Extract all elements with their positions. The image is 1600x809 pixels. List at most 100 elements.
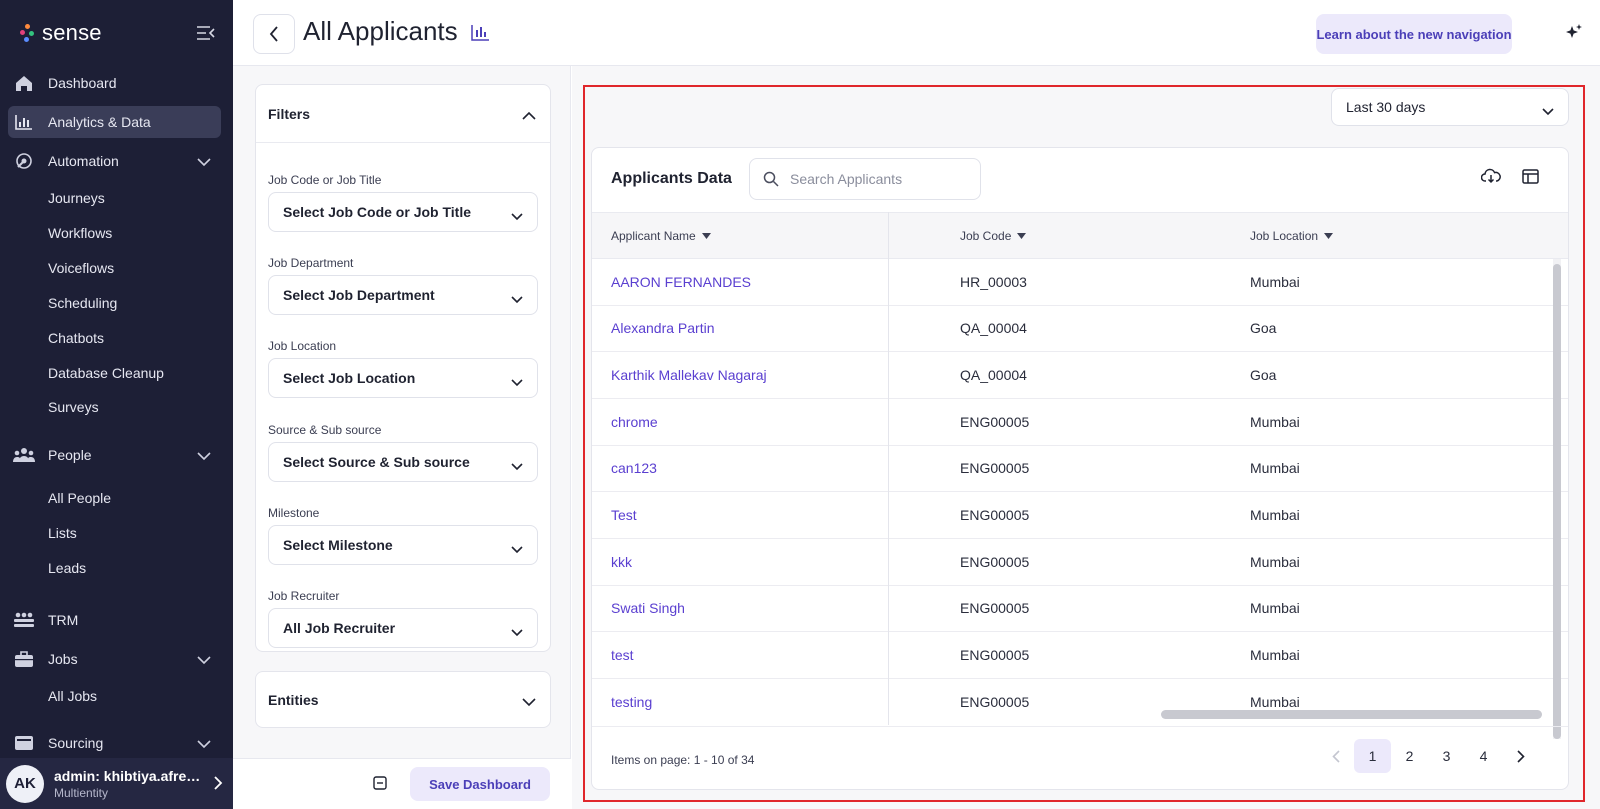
job-code-cell: ENG00005 (960, 507, 1030, 523)
job-code-select[interactable]: Select Job Code or Job Title (268, 192, 538, 232)
applicant-name-link[interactable]: test (611, 647, 634, 663)
prev-page-button[interactable] (1317, 739, 1354, 773)
sidebar-item-trm[interactable]: TRM (8, 604, 221, 636)
table-row[interactable]: test ENG00005 Mumbai (592, 632, 1568, 679)
cloud-download-icon[interactable] (1480, 168, 1501, 189)
table-row[interactable]: Karthik Mallekav Nagaraj QA_00004 Goa (592, 352, 1568, 399)
sidebar-subitem-scheduling[interactable]: Scheduling (48, 293, 117, 313)
applicant-name-link[interactable]: kkk (611, 554, 632, 570)
horizontal-scrollbar[interactable] (1161, 710, 1542, 719)
page-title: All Applicants (303, 16, 458, 46)
sidebar-subitem-voiceflows[interactable]: Voiceflows (48, 258, 114, 278)
job-location-cell: Goa (1250, 367, 1277, 383)
learn-new-navigation-button[interactable]: Learn about the new navigation (1316, 14, 1512, 54)
chevron-up-icon[interactable] (522, 107, 536, 123)
table-row[interactable]: AARON FERNANDES HR_00003 Mumbai (592, 259, 1568, 306)
sidebar-item-label: Jobs (48, 651, 78, 667)
filters-header[interactable]: Filters (256, 85, 550, 143)
filter-label: Job Department (268, 256, 354, 270)
column-label: Job Code (960, 229, 1012, 243)
job-code-cell: ENG00005 (960, 647, 1030, 663)
chevron-down-icon (522, 694, 536, 710)
date-range-select[interactable]: Last 30 days (1331, 88, 1569, 126)
column-header-job-location[interactable]: Job Location (1250, 229, 1334, 243)
chevron-right-icon (1516, 749, 1525, 763)
filter-label: Milestone (268, 506, 320, 520)
user-name: admin: khibtiya.afreen@... (54, 767, 204, 784)
column-label: Applicant Name (611, 229, 696, 243)
table-row[interactable]: chrome ENG00005 Mumbai (592, 399, 1568, 446)
table-row[interactable]: Test ENG00005 Mumbai (592, 492, 1568, 539)
column-divider (888, 212, 889, 725)
applicant-name-link[interactable]: can123 (611, 460, 657, 476)
applicant-name-link[interactable]: testing (611, 694, 652, 710)
minimize-icon[interactable] (373, 776, 387, 795)
sidebar-item-people[interactable]: People (8, 439, 221, 471)
table-row[interactable]: Swati Singh ENG00005 Mumbai (592, 585, 1568, 632)
chevron-right-icon[interactable] (214, 776, 223, 795)
job-location-cell: Mumbai (1250, 414, 1300, 430)
search-input[interactable]: Search Applicants (749, 158, 981, 200)
milestone-select[interactable]: Select Milestone (268, 525, 538, 565)
job-location-cell: Goa (1250, 320, 1277, 336)
table-row[interactable]: can123 ENG00005 Mumbai (592, 445, 1568, 492)
user-profile[interactable]: AK admin: khibtiya.afreen@... Multientit… (0, 758, 233, 809)
page-button-1[interactable]: 1 (1354, 739, 1391, 773)
next-page-button[interactable] (1502, 739, 1539, 773)
source-select[interactable]: Select Source & Sub source (268, 442, 538, 482)
collapse-sidebar-icon[interactable] (195, 24, 217, 42)
sidebar-subitem-chatbots[interactable]: Chatbots (48, 328, 104, 348)
sidebar-item-dashboard[interactable]: Dashboard (8, 67, 221, 99)
sidebar-subitem-journeys[interactable]: Journeys (48, 188, 105, 208)
chevron-down-icon (511, 624, 523, 640)
sidebar-subitem-surveys[interactable]: Surveys (48, 397, 99, 417)
chevron-down-icon (197, 448, 211, 464)
sidebar-subitem-all-people[interactable]: All People (48, 488, 111, 508)
sourcing-icon (12, 731, 36, 755)
page-button-3[interactable]: 3 (1428, 739, 1465, 773)
table-columns-icon[interactable] (1522, 169, 1539, 189)
sidebar-item-automation[interactable]: Automation (8, 145, 221, 177)
brand[interactable]: sense (20, 18, 102, 48)
ai-sparkle-icon[interactable] (1564, 23, 1584, 48)
table-row[interactable]: kkk ENG00005 Mumbai (592, 539, 1568, 586)
page-button-2[interactable]: 2 (1391, 739, 1428, 773)
applicant-name-link[interactable]: Test (611, 507, 637, 523)
sidebar-item-analytics[interactable]: Analytics & Data (8, 106, 221, 138)
column-header-job-code[interactable]: Job Code (960, 229, 1027, 243)
sidebar-subitem-database-cleanup[interactable]: Database Cleanup (48, 363, 164, 383)
back-button[interactable] (253, 14, 295, 54)
page-header: All Applicants Learn about the new navig… (233, 0, 1600, 66)
table-row[interactable]: Alexandra Partin QA_00004 Goa (592, 305, 1568, 352)
job-recruiter-select[interactable]: All Job Recruiter (268, 608, 538, 648)
job-department-select[interactable]: Select Job Department (268, 275, 538, 315)
save-dashboard-button[interactable]: Save Dashboard (410, 767, 550, 801)
page-button-4[interactable]: 4 (1465, 739, 1502, 773)
job-location-select[interactable]: Select Job Location (268, 358, 538, 398)
sidebar-subitem-leads[interactable]: Leads (48, 558, 86, 578)
vertical-scrollbar[interactable] (1553, 259, 1561, 739)
sidebar-subitem-workflows[interactable]: Workflows (48, 223, 112, 243)
vertical-scrollbar-thumb[interactable] (1553, 264, 1561, 739)
applicant-name-link[interactable]: AARON FERNANDES (611, 274, 751, 290)
table-row[interactable]: testing ENG00005 Mumbai (592, 679, 1568, 711)
avatar: AK (6, 764, 44, 803)
sidebar-item-jobs[interactable]: Jobs (8, 643, 221, 675)
sidebar-subitem-all-jobs[interactable]: All Jobs (48, 686, 97, 706)
job-location-cell: Mumbai (1250, 507, 1300, 523)
applicant-name-link[interactable]: Alexandra Partin (611, 320, 715, 336)
sort-down-icon (701, 233, 711, 239)
applicant-name-link[interactable]: chrome (611, 414, 658, 430)
job-code-cell: ENG00005 (960, 694, 1030, 710)
applicant-name-link[interactable]: Karthik Mallekav Nagaraj (611, 367, 767, 383)
job-code-cell: QA_00004 (960, 367, 1027, 383)
sidebar-item-sourcing[interactable]: Sourcing (8, 727, 221, 759)
sidebar-subitem-lists[interactable]: Lists (48, 523, 77, 543)
date-range-value: Last 30 days (1346, 99, 1426, 115)
applicant-name-link[interactable]: Swati Singh (611, 600, 685, 616)
column-header-applicant-name[interactable]: Applicant Name (611, 229, 711, 243)
select-value: Select Job Department (283, 287, 435, 303)
entities-section[interactable]: Entities (255, 671, 551, 728)
report-chart-icon[interactable] (471, 24, 490, 46)
brand-name: sense (42, 20, 102, 45)
